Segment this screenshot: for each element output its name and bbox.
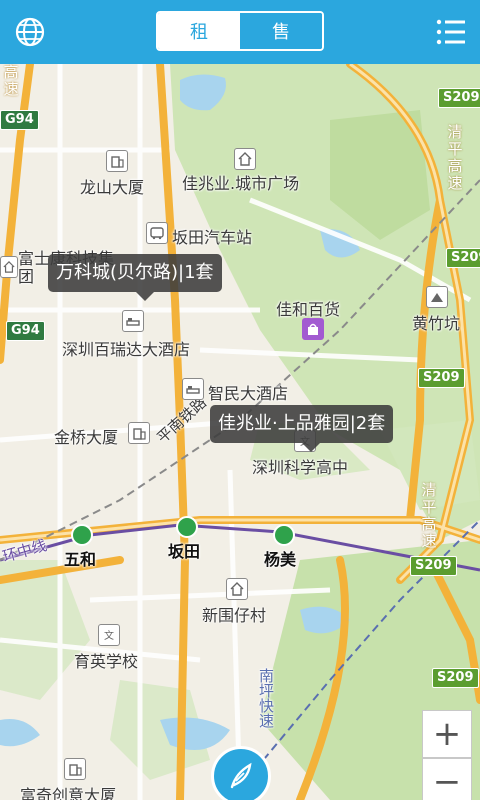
road-badge-s209-e: S209	[432, 668, 479, 688]
plus-icon: +	[432, 714, 462, 754]
place-fuqi: 富奇创意大厦	[20, 786, 117, 800]
place-xinweizai: 新围仔村	[202, 606, 267, 625]
mountain-icon	[426, 286, 448, 308]
place-jiazhao-plaza: 佳兆业.城市广场	[182, 174, 300, 193]
place-jiahe: 佳和百货	[276, 300, 341, 319]
metro-icon[interactable]	[71, 524, 93, 546]
app-screen: 租 售 高速 G94 G94 S209 S20 S209 S209 S209 清…	[0, 0, 480, 800]
road-badge-s209-c: S209	[418, 368, 465, 388]
place-bantian-bus: 坂田汽车站	[172, 228, 253, 247]
metro-icon[interactable]	[176, 516, 198, 538]
globe-icon[interactable]	[14, 16, 46, 48]
top-bar: 租 售	[0, 0, 480, 64]
road-badge-s209-d: S209	[410, 556, 457, 576]
place-jinqiao: 金桥大厦	[54, 428, 119, 447]
place-huangzhukeng: 黄竹坑	[412, 314, 461, 333]
listing-callout-vanke[interactable]: 万科城(贝尔路)|1套	[48, 254, 222, 301]
map-view[interactable]: 高速 G94 G94 S209 S209 S209 S209 S209 清平高速…	[0, 64, 480, 800]
bed-icon	[182, 378, 204, 400]
shopping-bag-icon	[302, 318, 324, 340]
zoom-in-button[interactable]: +	[422, 710, 472, 758]
place-zhimin: 智民大酒店	[208, 384, 289, 403]
home-icon	[0, 256, 18, 278]
road-label-qingping-1: 清平高速	[447, 123, 463, 192]
building-icon	[106, 150, 128, 172]
building-icon	[128, 422, 150, 444]
place-bairuida: 深圳百瑞达大酒店	[62, 340, 191, 359]
menu-list-icon[interactable]	[436, 18, 466, 46]
place-yuying: 育英学校	[74, 652, 139, 671]
tab-sale[interactable]: 售	[240, 13, 322, 49]
rent-sale-toggle: 租 售	[156, 11, 324, 51]
bed-icon	[122, 310, 144, 332]
school-icon: 文	[98, 624, 120, 646]
metro-icon[interactable]	[273, 524, 295, 546]
road-badge-s209-a: S209	[438, 88, 480, 108]
road-badge-g94: G94	[0, 110, 39, 130]
listing-callout-jiazhao-shangpin[interactable]: 佳兆业·上品雅园|2套	[210, 405, 394, 452]
svg-text:文: 文	[104, 629, 114, 642]
home-icon	[234, 148, 256, 170]
feather-icon	[230, 762, 252, 789]
home-icon	[226, 578, 248, 600]
feather-fab-button[interactable]	[211, 746, 271, 800]
station-bantian: 坂田	[168, 542, 201, 561]
road-badge-s209-b: S209	[446, 248, 480, 268]
minus-icon: −	[432, 762, 462, 800]
bus-icon	[146, 222, 168, 244]
road-label-nanping: 南坪快速	[257, 668, 275, 728]
tab-rent[interactable]: 租	[158, 13, 240, 49]
building-icon	[64, 758, 86, 780]
place-science-high: 深圳科学高中	[252, 458, 349, 477]
road-label-gaosu-left: 高速	[3, 63, 19, 98]
station-yangmei: 杨美	[264, 550, 297, 569]
road-label-qingping-2: 清平高速	[421, 481, 437, 550]
place-longshan: 龙山大厦	[80, 178, 145, 197]
zoom-out-button[interactable]: −	[422, 758, 472, 800]
station-wuhe: 五和	[64, 550, 97, 569]
road-badge-g94-2: G94	[6, 321, 45, 341]
